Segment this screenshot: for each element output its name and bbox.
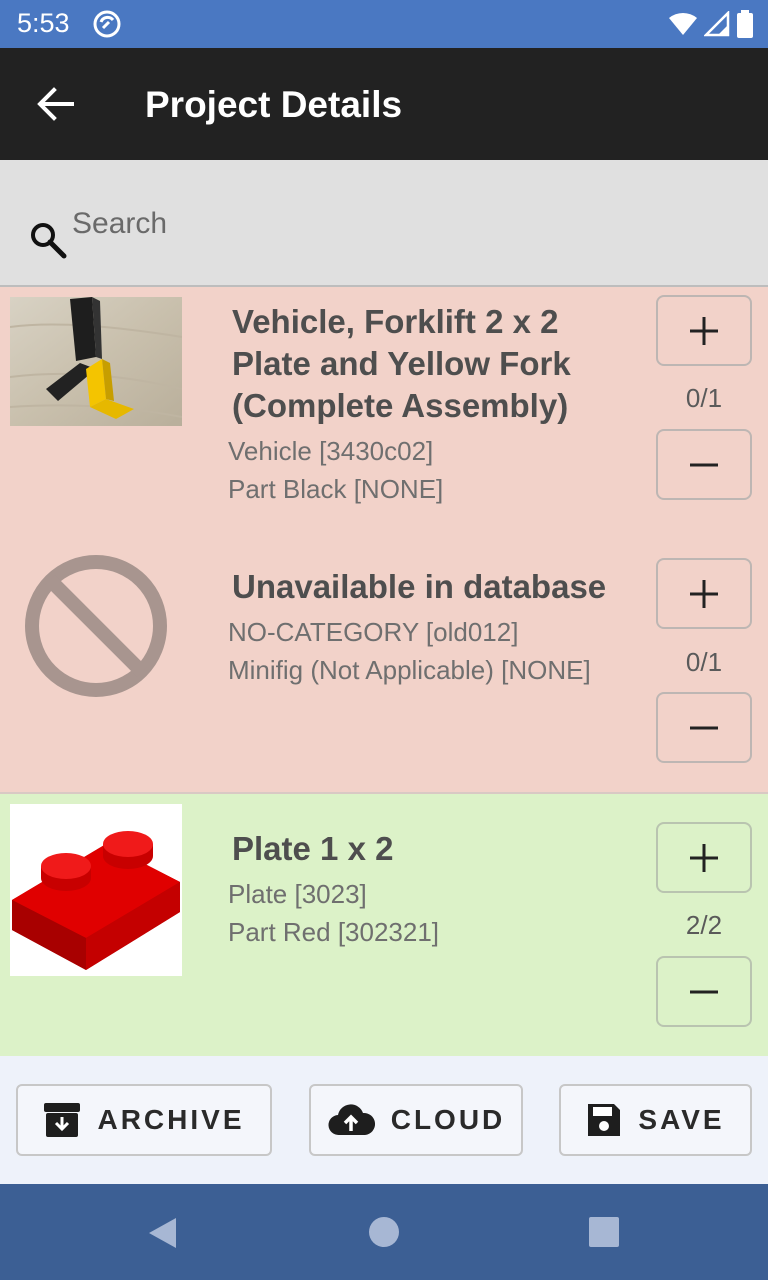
system-nav-bar xyxy=(0,1184,768,1280)
search-bar xyxy=(0,160,768,287)
plus-icon xyxy=(690,316,718,345)
search-input[interactable] xyxy=(72,202,732,246)
nav-back-icon[interactable] xyxy=(146,1216,178,1250)
increment-button[interactable] xyxy=(656,822,752,893)
part-thumbnail-image xyxy=(10,804,182,976)
wifi-icon xyxy=(669,12,697,35)
part-row[interactable]: Vehicle, Forklift 2 x 2 Plate and Yellow… xyxy=(0,287,768,551)
cellular-signal-icon xyxy=(704,11,730,37)
part-name: Unavailable in database xyxy=(232,568,607,605)
part-info: Vehicle, Forklift 2 x 2 Plate and Yellow… xyxy=(228,301,638,508)
status-time: 5:53 xyxy=(17,8,70,38)
part-thumbnail-image xyxy=(10,297,182,426)
back-arrow-icon[interactable] xyxy=(34,84,78,124)
part-name: Vehicle, Forklift 2 x 2 Plate and Yellow… xyxy=(232,303,571,424)
minus-icon xyxy=(690,990,718,993)
part-category: Plate [3023] xyxy=(228,879,367,909)
minus-icon xyxy=(690,463,718,466)
status-bar: 5:53 xyxy=(0,0,768,48)
page-title: Project Details xyxy=(145,84,403,125)
part-row[interactable]: Plate 1 x 2 Plate [3023] Part Red [30232… xyxy=(0,794,768,1056)
archive-icon xyxy=(44,1103,81,1137)
minus-icon xyxy=(690,726,718,729)
app-bar: Project Details xyxy=(0,48,768,160)
decrement-button[interactable] xyxy=(656,692,752,763)
search-icon xyxy=(31,223,67,259)
save-button[interactable]: SAVE xyxy=(559,1084,752,1156)
part-color: Part Black [NONE] xyxy=(228,474,444,504)
part-name: Plate 1 x 2 xyxy=(232,830,394,867)
part-category: NO-CATEGORY [old012] xyxy=(228,617,519,647)
save-icon xyxy=(588,1104,621,1136)
part-color: Part Red [302321] xyxy=(228,917,440,947)
quantity-count: 2/2 xyxy=(685,910,723,940)
action-bar: ARCHIVE CLOUD SAVE xyxy=(0,1056,768,1184)
status-icons xyxy=(668,9,754,39)
increment-button[interactable] xyxy=(656,558,752,629)
decrement-button[interactable] xyxy=(656,429,752,500)
nav-home-icon[interactable] xyxy=(368,1216,400,1248)
archive-label: ARCHIVE xyxy=(97,1104,245,1135)
plus-icon xyxy=(690,843,718,872)
quantity-count: 0/1 xyxy=(685,647,723,677)
cloud-button[interactable]: CLOUD xyxy=(309,1084,523,1156)
cloud-label: CLOUD xyxy=(390,1104,506,1135)
unavailable-icon xyxy=(25,555,167,697)
part-info: Unavailable in database NO-CATEGORY [old… xyxy=(228,566,638,689)
part-category: Vehicle [3430c02] xyxy=(228,436,434,466)
battery-icon xyxy=(737,10,753,38)
quantity-count: 0/1 xyxy=(685,383,723,413)
part-color: Minifig (Not Applicable) [NONE] xyxy=(228,655,591,685)
app-notification-icon xyxy=(93,10,121,38)
part-info: Plate 1 x 2 Plate [3023] Part Red [30232… xyxy=(228,828,638,951)
decrement-button[interactable] xyxy=(656,956,752,1027)
plus-icon xyxy=(690,579,718,608)
save-label: SAVE xyxy=(638,1104,725,1135)
archive-button[interactable]: ARCHIVE xyxy=(16,1084,272,1156)
part-row[interactable]: Unavailable in database NO-CATEGORY [old… xyxy=(0,530,768,794)
nav-recents-icon[interactable] xyxy=(588,1216,620,1248)
increment-button[interactable] xyxy=(656,295,752,366)
cloud-upload-icon xyxy=(328,1104,375,1136)
